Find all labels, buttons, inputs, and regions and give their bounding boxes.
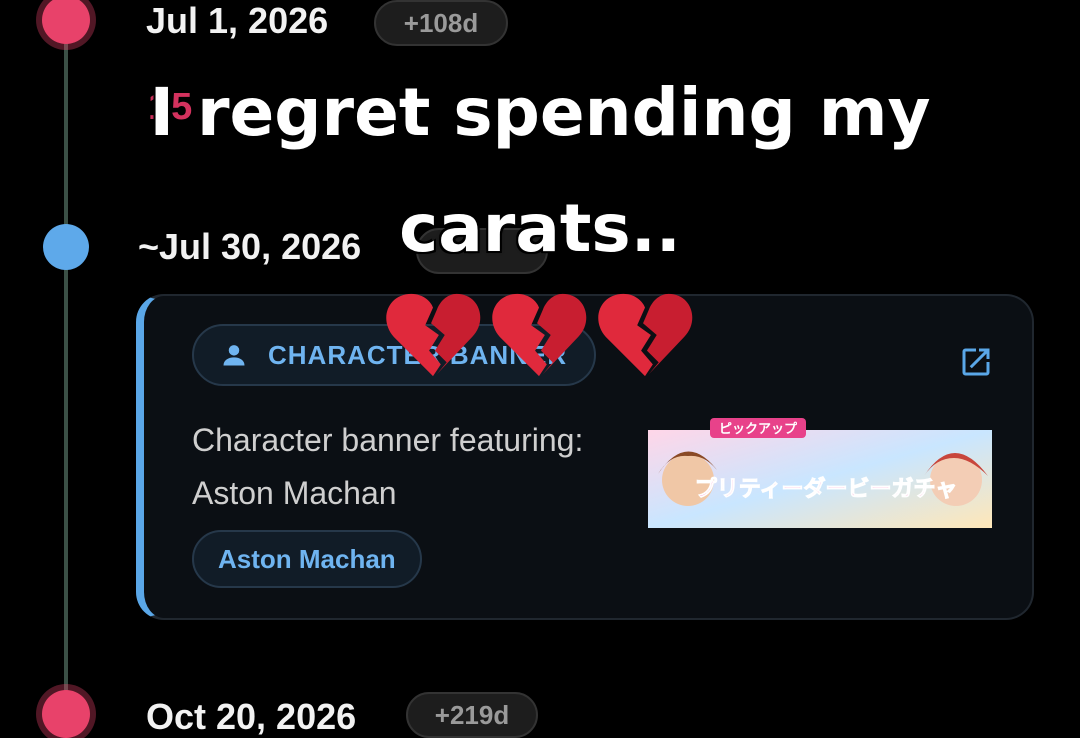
event-offset-badge: +219d [406, 692, 538, 738]
overlay-caption-line1: I regret spending my [149, 74, 931, 151]
event-date: Jul 1, 2026 [146, 0, 329, 41]
event-date: Oct 20, 2026 [146, 696, 357, 737]
person-icon [223, 345, 245, 366]
banner-top-text: ピックアップ [719, 422, 798, 437]
banner-main-text: プリティーダービーガチャ [695, 476, 957, 502]
broken-heart-icon [386, 293, 481, 377]
banner-image[interactable]: ピックアップ プリティーダービーガチャ [648, 414, 992, 534]
banner-description: Character banner featuring: Aston Machan [192, 422, 584, 511]
external-link-icon[interactable] [958, 344, 994, 380]
timeline-dot-pink [42, 0, 90, 44]
broken-heart-icon [598, 293, 693, 377]
overlay-caption-line2: carats.. [399, 190, 681, 267]
broken-heart-icon [492, 293, 587, 377]
broken-hearts [384, 290, 694, 380]
character-tag[interactable]: Aston Machan [192, 530, 422, 588]
event-offset-badge: +108d [374, 0, 508, 46]
timeline-dot-pink [42, 690, 90, 738]
